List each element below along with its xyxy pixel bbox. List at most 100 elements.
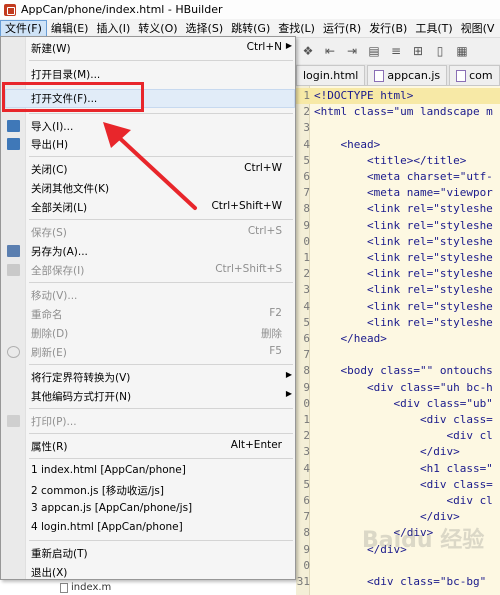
code-line[interactable]: 3 <link rel="styleshe — [296, 282, 500, 298]
menu-item-label: 其他编码方式打开(N) — [31, 391, 132, 403]
title-bar: AppCan/phone/index.html - HBuilder — [0, 0, 500, 19]
code-line[interactable]: 4 <head> — [296, 137, 500, 153]
code-line[interactable]: 8 <link rel="styleshe — [296, 201, 500, 217]
format-icon[interactable]: ▤ — [366, 44, 382, 58]
menu-separator — [29, 60, 293, 61]
code-line[interactable]: 31 <div class="bc-bg" — [296, 574, 500, 590]
code-line[interactable]: 1 <div class= — [296, 412, 500, 428]
tab-common-js[interactable]: com — [449, 65, 500, 85]
code-line[interactable]: 3 </div> — [296, 444, 500, 460]
split-icon[interactable]: ▯ — [432, 44, 448, 58]
menu-select[interactable]: 选择(S) — [182, 20, 228, 37]
code-line[interactable]: 8 <body class="" ontouchs — [296, 363, 500, 379]
indent-icon[interactable]: ⇤ — [322, 44, 338, 58]
menu-item-delete[interactable]: 删除(D) 删除 — [1, 324, 297, 343]
menu-item-shortcut: Ctrl+N — [246, 41, 282, 53]
preview-icon[interactable]: ▦ — [454, 44, 470, 58]
menu-item-properties[interactable]: 属性(R) Alt+Enter — [1, 437, 297, 456]
menu-item-shortcut: Alt+Enter — [230, 439, 282, 451]
code-text: <html class="um landscape m — [314, 105, 493, 119]
code-line[interactable]: 1 <link rel="styleshe — [296, 250, 500, 266]
menu-tools[interactable]: 工具(T) — [411, 20, 456, 37]
menu-item-label: 2 common.js [移动收运/js] — [31, 485, 164, 497]
code-line[interactable]: 6 <meta charset="utf- — [296, 169, 500, 185]
code-line[interactable]: 4 <link rel="styleshe — [296, 299, 500, 315]
menu-item-new[interactable]: 新建(W) Ctrl+N ▶ — [1, 39, 297, 58]
file-icon — [60, 582, 68, 593]
line-number: 7 — [303, 348, 310, 362]
tab-label: appcan.js — [387, 69, 441, 82]
code-text: <link rel="styleshe — [314, 218, 493, 232]
code-line[interactable]: 9 <link rel="styleshe — [296, 218, 500, 234]
code-line[interactable]: 5 <title></title> — [296, 153, 500, 169]
menu-run[interactable]: 运行(R) — [319, 20, 365, 37]
menu-view[interactable]: 视图(V — [457, 20, 499, 37]
annotation-highlight-box — [2, 82, 144, 112]
menu-item-recent-3[interactable]: 3 appcan.js [AppCan/phone/js] — [1, 500, 297, 519]
menu-item-rename[interactable]: 重命名 F2 — [1, 305, 297, 324]
code-line[interactable]: 2 <div cl — [296, 428, 500, 444]
menu-item-label: 刷新(E) — [31, 347, 67, 359]
code-line[interactable]: 6 </head> — [296, 331, 500, 347]
comment-icon[interactable]: ❖ — [300, 44, 316, 58]
menu-item-save-as[interactable]: 另存为(A)... — [1, 242, 297, 261]
code-line[interactable]: 9 <div class="uh bc-h — [296, 380, 500, 396]
menu-item-recent-4[interactable]: 4 login.html [AppCan/phone] — [1, 519, 297, 538]
menu-item-label: 打开目录(M)... — [31, 69, 101, 81]
menu-file[interactable]: 文件(F) — [0, 19, 47, 37]
menu-item-recent-2[interactable]: 2 common.js [移动收运/js] — [1, 481, 297, 500]
code-text: <div class= — [314, 477, 493, 491]
tree-item-index[interactable]: index.m — [60, 582, 111, 593]
code-line[interactable]: 0 — [296, 558, 500, 574]
code-line[interactable]: 3 — [296, 120, 500, 136]
menu-item-label: 删除(D) — [31, 328, 69, 340]
code-line[interactable]: 2 <html class="um landscape m — [296, 104, 500, 120]
submenu-arrow-icon: ▶ — [285, 41, 292, 50]
code-line[interactable]: 2 <link rel="styleshe — [296, 266, 500, 282]
menu-separator — [29, 113, 293, 114]
code-line[interactable]: 6 <div cl — [296, 493, 500, 509]
menu-item-recent-1[interactable]: 1 index.html [AppCan/phone] — [1, 462, 297, 481]
code-text: <title></title> — [314, 153, 467, 167]
menu-item-convert-eol[interactable]: 将行定界符转换为(V) ▶ — [1, 368, 297, 387]
code-line[interactable]: 7 — [296, 347, 500, 363]
menu-find[interactable]: 查找(L) — [274, 20, 319, 37]
menu-insert[interactable]: 插入(I) — [92, 20, 134, 37]
code-line[interactable]: 4 <h1 class=" — [296, 461, 500, 477]
code-line[interactable]: 5 <div class= — [296, 477, 500, 493]
code-line[interactable]: 1 <!DOCTYPE html> — [296, 88, 500, 104]
code-editor[interactable]: 1 <!DOCTYPE html> 2 <html class="um landsca… — [296, 86, 500, 595]
code-line[interactable]: 5 <link rel="styleshe — [296, 315, 500, 331]
wrap-icon[interactable]: ⊞ — [410, 44, 426, 58]
menu-item-print[interactable]: 打印(P)... — [1, 412, 297, 431]
line-number: 4 — [303, 137, 310, 151]
tab-appcan-js[interactable]: appcan.js — [367, 65, 448, 85]
tree-item-label: index.m — [71, 582, 112, 593]
code-line[interactable]: 0 <link rel="styleshe — [296, 234, 500, 250]
line-number: 5 — [303, 153, 310, 167]
menu-item-save-all[interactable]: 全部保存(I) Ctrl+Shift+S — [1, 261, 297, 280]
menu-separator — [29, 458, 293, 459]
code-line[interactable]: 7 <meta name="viewpor — [296, 185, 500, 201]
code-text: <head> — [314, 137, 381, 151]
code-line[interactable]: 0 <div class="ub" — [296, 396, 500, 412]
menu-item-save[interactable]: 保存(S) Ctrl+S — [1, 223, 297, 242]
menu-publish[interactable]: 发行(B) — [365, 20, 411, 37]
outdent-icon[interactable]: ⇥ — [344, 44, 360, 58]
menu-item-restart[interactable]: 重新启动(T) — [1, 544, 297, 563]
code-text: <div class="uh bc-h — [314, 380, 493, 394]
menu-item-refresh[interactable]: 刷新(E) F5 — [1, 343, 297, 362]
code-text: <div cl — [314, 494, 493, 507]
import-icon — [7, 120, 20, 132]
menu-item-open-encoding[interactable]: 其他编码方式打开(N) ▶ — [1, 387, 297, 406]
bookmark-icon[interactable]: ≡ — [388, 44, 404, 58]
menu-escape[interactable]: 转义(O) — [134, 20, 181, 37]
tab-login-html[interactable]: login.html — [296, 65, 366, 85]
menu-item-label: 重新启动(T) — [31, 548, 88, 560]
menu-goto[interactable]: 跳转(G) — [227, 20, 274, 37]
menu-item-exit[interactable]: 退出(X) — [1, 563, 297, 582]
menu-item-move[interactable]: 移动(V)... — [1, 286, 297, 305]
annotation-arrow-icon — [103, 122, 197, 210]
menu-edit[interactable]: 编辑(E) — [47, 20, 93, 37]
line-number: 1 — [303, 413, 310, 426]
